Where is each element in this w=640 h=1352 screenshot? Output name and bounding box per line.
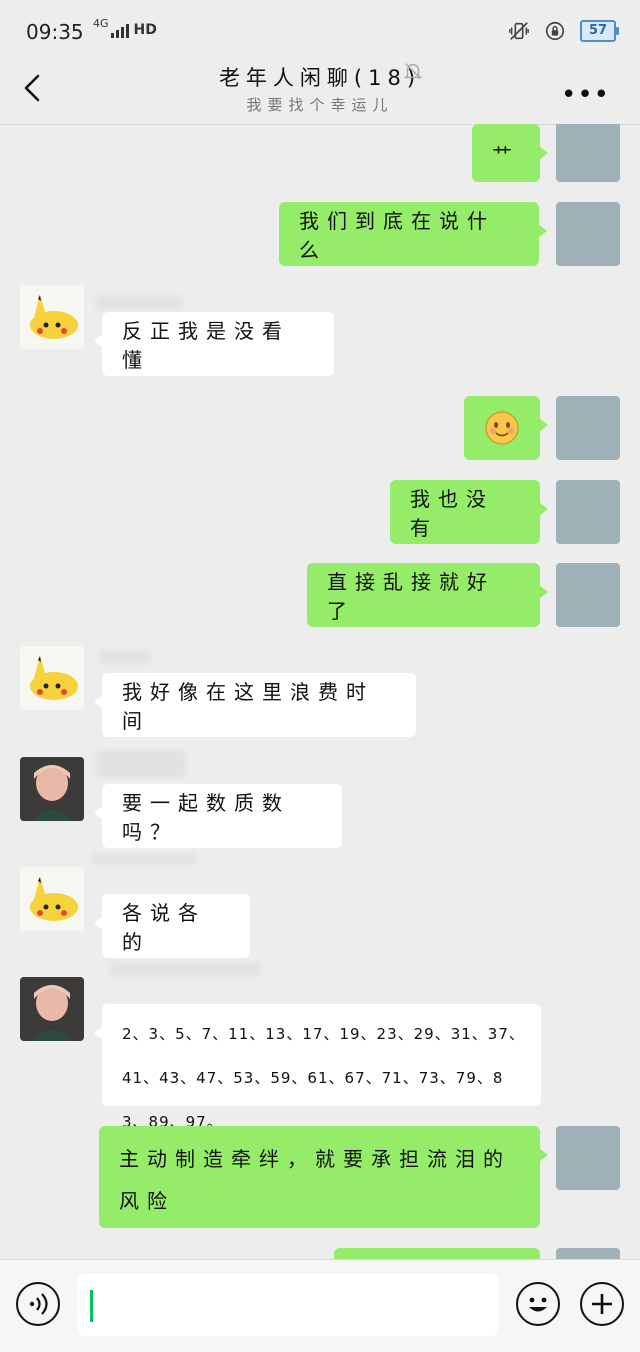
message-bubble-sent[interactable]: 我也没有	[390, 480, 548, 544]
member-avatar[interactable]	[20, 977, 84, 1041]
mute-bell-icon	[403, 63, 423, 79]
member-nickname-blurred	[96, 750, 186, 778]
message-bubble-sent-partial[interactable]	[334, 1248, 540, 1259]
chat-title: 老年人闲聊(18)	[218, 66, 422, 90]
my-avatar[interactable]	[556, 202, 620, 266]
member-nickname-blurred	[96, 296, 182, 310]
lock-rotation-icon	[545, 21, 565, 41]
message-bubble-sent[interactable]: 主动制造牵绊，就要承担流泪的风险	[99, 1126, 548, 1228]
pikachu-avatar-image	[30, 877, 78, 921]
chat-input-bar	[0, 1259, 640, 1352]
battery-indicator: 57	[580, 20, 619, 42]
chat-message-list[interactable]: 艹 我们到底在说什么 反正我是没看懂 我也没有 直接乱接就好了 我好像在这里浪费…	[0, 124, 640, 1259]
message-bubble-received[interactable]: 我好像在这里浪费时间	[94, 673, 416, 737]
plus-icon[interactable]	[580, 1282, 624, 1326]
pikachu-avatar-image	[30, 295, 78, 339]
member-avatar[interactable]	[20, 285, 84, 349]
more-icon[interactable]: •••	[561, 80, 610, 110]
smile-emoji-icon	[485, 411, 519, 445]
vibrate-icon	[509, 22, 529, 40]
chat-title-area[interactable]: 老年人闲聊(18) 我要找个幸运儿	[0, 62, 640, 124]
voice-wave-glyph	[29, 1293, 48, 1315]
member-avatar[interactable]	[20, 646, 84, 710]
member-avatar[interactable]	[20, 867, 84, 931]
message-bubble-received[interactable]: 2、3、5、7、11、13、17、19、23、29、31、37、41、43、47…	[94, 1004, 541, 1131]
my-avatar[interactable]	[556, 1248, 620, 1259]
signal-icon	[110, 22, 129, 38]
message-bubble-sent[interactable]: 直接乱接就好了	[307, 563, 548, 627]
message-bubble-received[interactable]: 各说各的	[94, 894, 250, 958]
my-avatar[interactable]	[556, 124, 620, 182]
message-bubble-sent[interactable]: 艹	[472, 124, 548, 182]
emoji-icon[interactable]	[516, 1282, 560, 1326]
chat-subtitle: 我要找个幸运儿	[246, 96, 394, 114]
message-bubble-sent[interactable]	[464, 396, 548, 460]
member-nickname-blurred	[110, 962, 260, 976]
system-icons: 57	[508, 20, 619, 42]
chat-header: 老年人闲聊(18) 我要找个幸运儿 •••	[0, 62, 640, 125]
message-bubble-received[interactable]: 要一起数质数吗？	[94, 784, 342, 848]
my-avatar[interactable]	[556, 396, 620, 460]
plus-glyph	[592, 1294, 612, 1314]
message-input[interactable]	[78, 1274, 498, 1336]
hd-badge: HD	[133, 22, 157, 38]
pikachu-avatar-image	[30, 656, 78, 700]
anime-girl-avatar-image	[20, 757, 84, 821]
member-nickname-blurred	[100, 650, 150, 664]
my-avatar[interactable]	[556, 1126, 620, 1190]
member-avatar[interactable]	[20, 757, 84, 821]
member-nickname-blurred	[92, 854, 196, 864]
network-indicator: 4G HD	[93, 17, 157, 38]
message-bubble-sent[interactable]: 我们到底在说什么	[279, 202, 547, 266]
status-time: 09:35	[26, 20, 84, 44]
my-avatar[interactable]	[556, 480, 620, 544]
my-avatar[interactable]	[556, 563, 620, 627]
smiley-glyph	[529, 1297, 547, 1312]
status-bar: 09:35 4G HD 57	[0, 0, 640, 62]
network-type: 4G	[93, 17, 109, 30]
message-bubble-received[interactable]: 反正我是没看懂	[94, 312, 334, 376]
voice-icon[interactable]	[16, 1282, 60, 1326]
text-cursor	[90, 1290, 93, 1322]
anime-girl-avatar-image	[20, 977, 84, 1041]
